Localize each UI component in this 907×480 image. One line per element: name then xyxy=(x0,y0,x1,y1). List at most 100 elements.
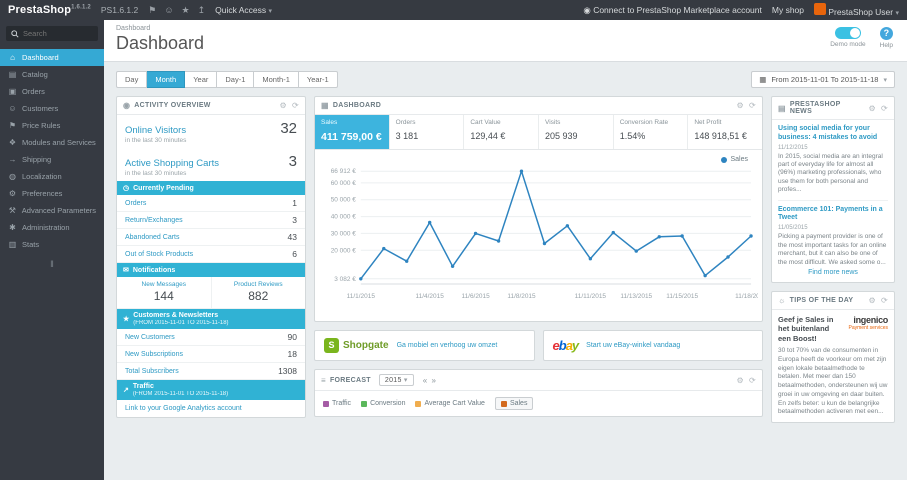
pending-orders-link[interactable]: Orders xyxy=(125,200,146,207)
svg-text:30 000 €: 30 000 € xyxy=(331,230,357,237)
my-shop-link[interactable]: My shop xyxy=(772,5,804,15)
sidebar-item-modules[interactable]: ❖ Modules and Services xyxy=(0,134,104,151)
range-year-1-button[interactable]: Year-1 xyxy=(298,71,338,88)
range-day-button[interactable]: Day xyxy=(116,71,148,88)
catalog-icon: ▤ xyxy=(8,70,17,79)
range-month-1-button[interactable]: Month-1 xyxy=(254,71,299,88)
marketplace-link[interactable]: ◉ Connect to PrestaShop Marketplace acco… xyxy=(583,5,761,16)
sidebar-item-price-rules[interactable]: ⚑ Price Rules xyxy=(0,117,104,134)
news-panel-title: PRESTASHOP NEWS xyxy=(789,101,841,115)
gear-icon[interactable]: ⚙ xyxy=(869,104,876,113)
find-more-news-link[interactable]: Find more news xyxy=(778,269,888,276)
user-icon[interactable]: ☺ xyxy=(164,5,173,16)
range-year-button[interactable]: Year xyxy=(185,71,218,88)
pending-returns-link[interactable]: Return/Exchanges xyxy=(125,217,183,224)
online-visitors-link[interactable]: Online Visitors xyxy=(125,125,186,136)
sidebar-item-advanced-parameters[interactable]: ⚒ Advanced Parameters xyxy=(0,202,104,219)
forecast-legend-traffic[interactable]: Traffic xyxy=(323,400,351,407)
user-menu[interactable]: PrestaShop User ▾ xyxy=(814,3,899,17)
sidebar-item-localization[interactable]: ◍ Localization xyxy=(0,168,104,185)
upload-icon[interactable]: ↥ xyxy=(198,5,206,16)
sidebar-item-customers[interactable]: ☺ Customers xyxy=(0,100,104,117)
search-input[interactable] xyxy=(23,29,93,38)
news-article-date: 11/05/2015 xyxy=(778,225,808,232)
stat-sales[interactable]: Sales 411 759,00 € xyxy=(315,115,390,149)
ebay-link[interactable]: Start uw eBay-winkel vandaag xyxy=(586,342,680,349)
date-range-picker[interactable]: ▦ From 2015-11-01 To 2015-11-18 ▾ xyxy=(751,71,895,88)
abandoned-carts-link[interactable]: Abandoned Carts xyxy=(125,234,179,241)
forecast-year-select[interactable]: 2015 ▾ xyxy=(378,374,414,386)
sales-chart: Sales 66 912 € 60 000 € 50 000 € 40 000 € 30… xyxy=(315,150,768,321)
stat-visits[interactable]: Visits 205 939 xyxy=(539,115,614,149)
forecast-legend-sales[interactable]: Sales xyxy=(494,397,534,410)
out-of-stock-link[interactable]: Out of Stock Products xyxy=(125,251,193,258)
forecast-next-button[interactable]: » xyxy=(431,376,436,385)
help-icon[interactable]: ? xyxy=(879,27,893,40)
svg-text:11/15/2015: 11/15/2015 xyxy=(666,293,698,300)
notifications-header: ✉ Notifications xyxy=(117,263,305,277)
refresh-icon[interactable]: ⟳ xyxy=(292,101,299,110)
demo-mode-toggle[interactable] xyxy=(834,27,861,39)
star-icon[interactable]: ★ xyxy=(182,5,190,16)
new-subscriptions-row: New Subscriptions 18 xyxy=(117,346,305,363)
shopgate-module: S Shopgate Ga mobiel en verhoog uw omzet xyxy=(314,330,535,361)
sidebar-item-dashboard[interactable]: ⌂ Dashboard xyxy=(0,49,104,66)
flag-icon[interactable]: ⚑ xyxy=(148,5,156,16)
stat-net-profit[interactable]: Net Profit 148 918,51 € xyxy=(688,115,762,149)
forecast-prev-button[interactable]: « xyxy=(423,376,428,385)
gear-icon[interactable]: ⚙ xyxy=(280,101,287,110)
activity-panel-title: ACTIVITY OVERVIEW xyxy=(134,102,211,109)
sidebar-item-shipping[interactable]: → Shipping xyxy=(0,151,104,168)
range-day-1-button[interactable]: Day-1 xyxy=(217,71,255,88)
gear-icon[interactable]: ⚙ xyxy=(737,376,744,385)
sidebar-item-stats[interactable]: ▥ Stats xyxy=(0,236,104,253)
marketplace-icon: ◉ xyxy=(583,4,591,15)
collapse-sidebar-icon[interactable]: ‖ xyxy=(0,259,104,269)
refresh-icon[interactable]: ⟳ xyxy=(881,104,888,113)
logo-version: 1.6.1.2 xyxy=(71,4,91,11)
news-article-title[interactable]: Ecommerce 101: Payments in a Tweet xyxy=(778,206,888,224)
shopgate-link[interactable]: Ga mobiel en verhoog uw omzet xyxy=(397,342,498,349)
dashboard-panel: ▦ DASHBOARD ⚙ ⟳ Sales 411 759,00 € Orders… xyxy=(314,96,768,322)
range-buttons: Day Month Year Day-1 Month-1 Year-1 xyxy=(116,71,338,88)
sales-line-chart: 66 912 € 60 000 € 50 000 € 40 000 € 30 000 €… xyxy=(331,168,768,300)
traffic-header: ↗ Traffic (FROM 2015-11-01 TO 2015-11-18) xyxy=(117,380,305,400)
active-carts-link[interactable]: Active Shopping Carts xyxy=(125,158,219,169)
sidebar-search[interactable] xyxy=(6,26,98,41)
refresh-icon[interactable]: ⟳ xyxy=(749,101,756,110)
gear-icon[interactable]: ⚙ xyxy=(737,101,744,110)
topbar: PrestaShop1.6.1.2 PS1.6.1.2 ⚑ ☺ ★ ↥ Quic… xyxy=(0,0,907,20)
stat-conversion-rate[interactable]: Conversion Rate 1.54% xyxy=(614,115,689,149)
prestashop-news-panel: ▤ PRESTASHOP NEWS ⚙ ⟳ Using social media… xyxy=(771,96,895,283)
total-subscribers-link[interactable]: Total Subscribers xyxy=(125,368,179,375)
product-reviews-cell[interactable]: Product Reviews 882 xyxy=(210,277,306,308)
new-messages-cell[interactable]: New Messages 144 xyxy=(117,277,211,308)
quick-access-menu[interactable]: Quick Access ▾ xyxy=(215,5,272,15)
news-article-title[interactable]: Using social media for your business: 4 … xyxy=(778,125,888,143)
forecast-legend-average-cart-value[interactable]: Average Cart Value xyxy=(415,400,485,407)
breadcrumb[interactable]: Dashboard xyxy=(116,25,895,32)
sidebar-item-orders[interactable]: ▣ Orders xyxy=(0,83,104,100)
bell-icon: ✉ xyxy=(123,267,129,274)
gear-icon[interactable]: ⚙ xyxy=(869,296,876,305)
stats-icon: ▥ xyxy=(8,240,17,249)
refresh-icon[interactable]: ⟳ xyxy=(749,376,756,385)
new-subscriptions-link[interactable]: New Subscriptions xyxy=(125,351,183,358)
chevron-down-icon: ▾ xyxy=(268,8,273,15)
currently-pending-header: ◷ Currently Pending xyxy=(117,181,305,195)
sidebar-item-catalog[interactable]: ▤ Catalog xyxy=(0,66,104,83)
forecast-panel-title: FORECAST xyxy=(329,376,371,384)
range-month-button[interactable]: Month xyxy=(147,71,186,88)
ebay-letter: y xyxy=(571,338,579,353)
prestashop-logo[interactable]: PrestaShop1.6.1.2 xyxy=(8,4,91,16)
refresh-icon[interactable]: ⟳ xyxy=(881,296,888,305)
svg-text:11/13/2015: 11/13/2015 xyxy=(620,293,652,300)
google-analytics-link[interactable]: Link to your Google Analytics account xyxy=(125,405,242,412)
stat-cart-value[interactable]: Cart Value 129,44 € xyxy=(464,115,540,149)
sidebar-item-administration[interactable]: ✱ Administration xyxy=(0,219,104,236)
news-article-date: 11/12/2015 xyxy=(778,144,808,151)
new-customers-link[interactable]: New Customers xyxy=(125,334,175,341)
forecast-legend-conversion[interactable]: Conversion xyxy=(361,400,405,407)
stat-orders[interactable]: Orders 3 181 xyxy=(390,115,465,149)
sidebar-item-preferences[interactable]: ⚙ Preferences xyxy=(0,185,104,202)
